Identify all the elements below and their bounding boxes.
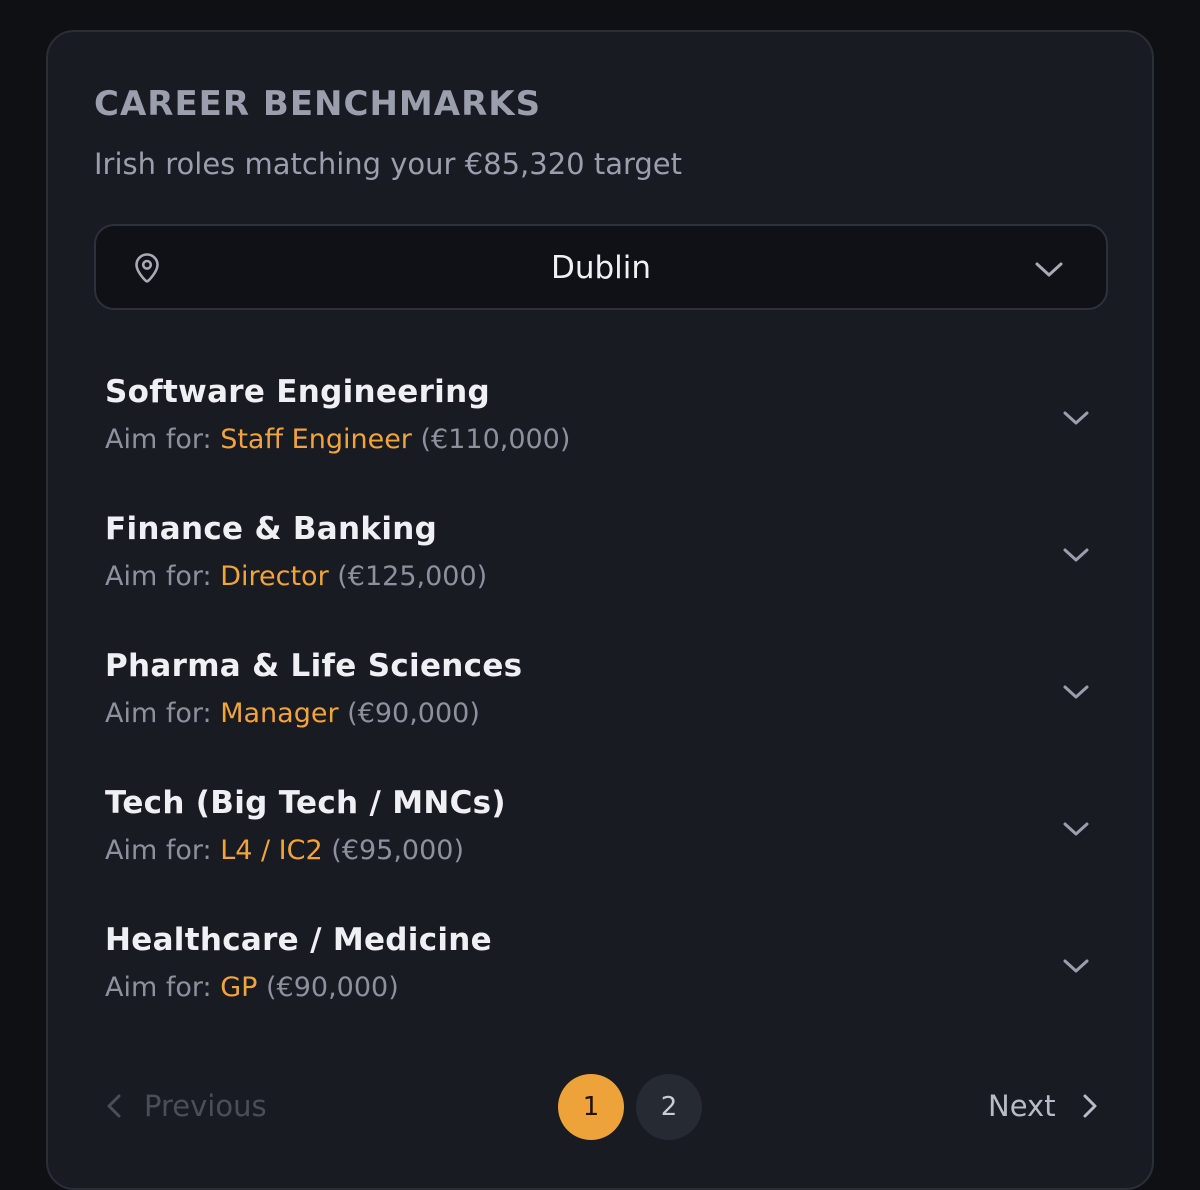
- aim-role: Director: [220, 561, 329, 592]
- chevron-down-icon: [1063, 959, 1089, 973]
- benchmark-item-tech-big-tech[interactable]: Tech (Big Tech / MNCs) Aim for: L4 / IC2…: [48, 775, 1152, 912]
- aim-prefix: Aim for:: [105, 424, 212, 455]
- aim-prefix: Aim for:: [105, 835, 212, 866]
- location-value: Dublin: [550, 250, 652, 286]
- location-select[interactable]: Dublin: [94, 224, 1108, 310]
- benchmark-item-healthcare-medicine[interactable]: Healthcare / Medicine Aim for: GP (€90,0…: [48, 912, 1152, 1049]
- benchmark-title: Pharma & Life Sciences: [105, 648, 523, 684]
- previous-label: Previous: [144, 1089, 267, 1123]
- aim-salary: (€90,000): [266, 972, 399, 1003]
- benchmark-aim: Aim for: L4 / IC2 (€95,000): [105, 833, 464, 869]
- aim-prefix: Aim for:: [105, 561, 212, 592]
- benchmark-list: Software Engineering Aim for: Staff Engi…: [48, 364, 1152, 1049]
- aim-role: Manager: [220, 698, 339, 729]
- benchmark-item-pharma-life-sciences[interactable]: Pharma & Life Sciences Aim for: Manager …: [48, 638, 1152, 775]
- chevron-down-icon: [1063, 685, 1089, 699]
- benchmark-title: Finance & Banking: [105, 511, 438, 547]
- chevron-down-icon: [1035, 262, 1063, 277]
- card-subtitle: Irish roles matching your €85,320 target: [94, 147, 683, 181]
- aim-salary: (€95,000): [331, 835, 465, 866]
- aim-role: GP: [220, 972, 258, 1003]
- chevron-right-icon: [1083, 1094, 1097, 1118]
- chevron-left-icon: [107, 1094, 121, 1118]
- aim-role: Staff Engineer: [220, 424, 412, 455]
- aim-salary: (€90,000): [347, 698, 480, 729]
- benchmark-aim: Aim for: Manager (€90,000): [105, 696, 480, 732]
- page-button-2[interactable]: 2: [636, 1074, 702, 1140]
- aim-salary: (€125,000): [337, 561, 488, 592]
- aim-prefix: Aim for:: [105, 972, 212, 1003]
- aim-salary: (€110,000): [420, 424, 571, 455]
- chevron-down-icon: [1063, 411, 1089, 425]
- page-button-1[interactable]: 1: [558, 1074, 624, 1140]
- benchmark-title: Software Engineering: [105, 374, 490, 410]
- benchmark-aim: Aim for: GP (€90,000): [105, 970, 399, 1006]
- chevron-down-icon: [1063, 548, 1089, 562]
- benchmark-item-software-engineering[interactable]: Software Engineering Aim for: Staff Engi…: [48, 364, 1152, 501]
- card-title: CAREER BENCHMARKS: [94, 84, 542, 124]
- benchmark-aim: Aim for: Staff Engineer (€110,000): [105, 422, 570, 458]
- career-benchmarks-card: CAREER BENCHMARKS Irish roles matching y…: [46, 30, 1154, 1190]
- benchmark-title: Healthcare / Medicine: [105, 922, 493, 958]
- benchmark-aim: Aim for: Director (€125,000): [105, 559, 487, 595]
- next-button[interactable]: Next: [988, 1086, 1100, 1126]
- benchmark-title: Tech (Big Tech / MNCs): [105, 785, 506, 821]
- aim-prefix: Aim for:: [105, 698, 212, 729]
- next-label: Next: [988, 1089, 1056, 1123]
- chevron-down-icon: [1063, 822, 1089, 836]
- aim-role: L4 / IC2: [220, 835, 323, 866]
- benchmark-item-finance-banking[interactable]: Finance & Banking Aim for: Director (€12…: [48, 501, 1152, 638]
- pagination: Previous 1 2 Next: [48, 1072, 1152, 1142]
